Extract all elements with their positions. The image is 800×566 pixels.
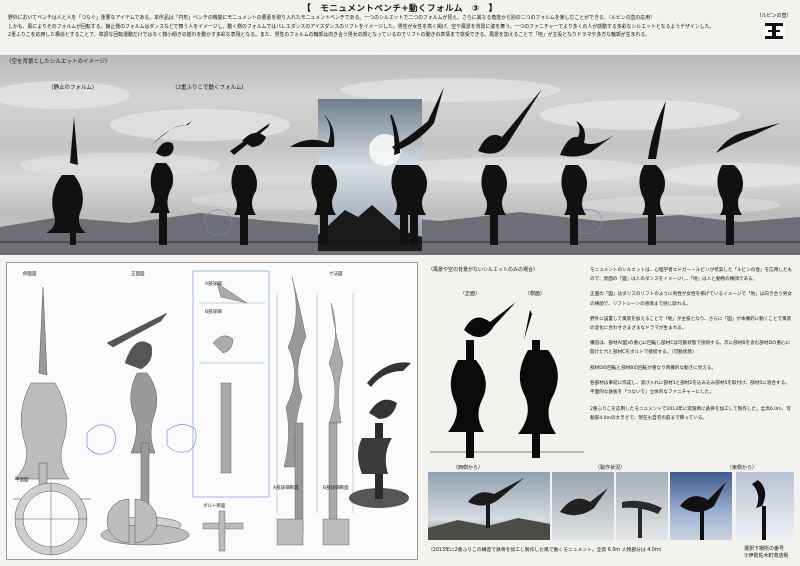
rubin-vase-icon bbox=[763, 22, 785, 40]
desc-para-2: 正面の「図」はダンスのリフトのように男性が女性を掲げているイメージで「地」は向き… bbox=[590, 292, 792, 307]
label-static-form: （静止のフォルム） bbox=[48, 85, 98, 91]
render-3d bbox=[349, 362, 411, 508]
dimension-label: 寸法図 bbox=[329, 272, 343, 277]
detail-a-label: A部詳細 bbox=[205, 282, 222, 287]
intro-line-2: しかも、風によりそのフォルムが回転する。静止側のフォルムはダンスなどで舞う人をイ… bbox=[8, 23, 715, 30]
description-text: モニュメントのシルエットは、心理学者エドガー・ルビンが考案した「ルビンの壺」を応… bbox=[590, 266, 794, 430]
technical-drawing-panel: 側面図 正面図 A部詳細 B部詳細 寸法図 平面図 ボルト断面 A部詳細断面 B… bbox=[6, 262, 418, 560]
sky-panorama: （空を背景としたシルエットのイメージ） （静止のフォルム） （2重ふりこで動くフ… bbox=[0, 55, 800, 255]
mid-silhouettes bbox=[430, 302, 584, 458]
rubin-vase-logo: （ルビンの壺） bbox=[752, 12, 796, 46]
logo-caption: （ルビンの壺） bbox=[756, 13, 792, 19]
location-note: 選択下場所の番号 ①伊勢佐木町商店街 bbox=[744, 546, 800, 560]
desc-para-4: 構造は、部材A(図)の重心に回転し部材Cは可動状態で接続する。次に部材Bを含む部… bbox=[590, 341, 791, 356]
joint-b-label: B部詳細断面 bbox=[323, 486, 349, 491]
desc-para-7: 2重ふりこを応用したモニュメントで2013年に実施例に鉄骨を加工して製作した。全… bbox=[590, 407, 791, 422]
desc-para-6: 各部材は事前に作成し、溶け入れに部材1と部材2を込み込み部材5を取付け、部材5に… bbox=[590, 380, 790, 396]
footer-caption: （2013年に2重ふりこの構造で鉄骨を加工し製作した風で動くモニュメント。全高 … bbox=[428, 548, 665, 553]
detail-b-label: B部詳細 bbox=[205, 310, 222, 315]
joint-a-label: A部詳細断面 bbox=[273, 486, 299, 491]
photo-caption-east: （東側から） bbox=[726, 465, 757, 471]
location-title: 選択下場所の番号 bbox=[744, 546, 785, 552]
photo-making bbox=[552, 472, 614, 540]
intro-text: 野外においてベンチは人と人を「つなぐ」重要なアイテムである。本作品は「円形」ベン… bbox=[8, 14, 730, 40]
location-name: ①伊勢佐木町商店街 bbox=[744, 553, 789, 559]
front-label: （正面） bbox=[460, 291, 481, 297]
side-view-label: 正面図 bbox=[131, 272, 145, 277]
desc-para-5: 部材Dの回転と部材Bの回転が重なり両機的な動きに見える。 bbox=[590, 365, 716, 371]
technical-drawing-svg bbox=[13, 270, 411, 556]
photo-east-2 bbox=[736, 472, 794, 540]
photo-caption-making: （製作状況） bbox=[594, 465, 625, 471]
photo-west bbox=[428, 472, 550, 540]
photo-caption-west: （西側から） bbox=[452, 465, 483, 471]
photo-making-2 bbox=[616, 472, 668, 540]
desc-para-3: 野外に設置して風景を加えることで「地」が主役となり、さらに「図」が本機的に動くこ… bbox=[590, 316, 792, 332]
page-title: 【 モニュメントベンチ+動くフォルム ③ 】 bbox=[302, 4, 498, 14]
photo-east bbox=[670, 472, 732, 540]
plan-view-label: 平面図 bbox=[15, 478, 29, 483]
panorama-svg bbox=[0, 78, 800, 255]
desc-para-1: モニュメントのシルエットは、心理学者エドガー・ルビンが考案した「ルビンの壺」を応… bbox=[590, 268, 793, 283]
bolt-section-label: ボルト断面 bbox=[203, 504, 226, 509]
label-moving-form: （2重ふりこで動くフォルム） bbox=[172, 85, 247, 91]
intro-line-3: 2重ふりこを応用した構造とすることで、単調な回転運動だけではなく微小傾きの揺れを… bbox=[8, 32, 651, 39]
mid-caption: （風景や空の背景がないシルエットのみの場合） bbox=[428, 267, 539, 273]
panorama-caption: （空を背景としたシルエットのイメージ） bbox=[6, 59, 111, 65]
intro-line-1: 野外においてベンチは人と人を「つなぐ」重要なアイテムである。本作品は「円形」ベン… bbox=[8, 15, 655, 21]
side-label: （側面） bbox=[525, 291, 546, 297]
front-view-label: 側面図 bbox=[23, 272, 37, 277]
